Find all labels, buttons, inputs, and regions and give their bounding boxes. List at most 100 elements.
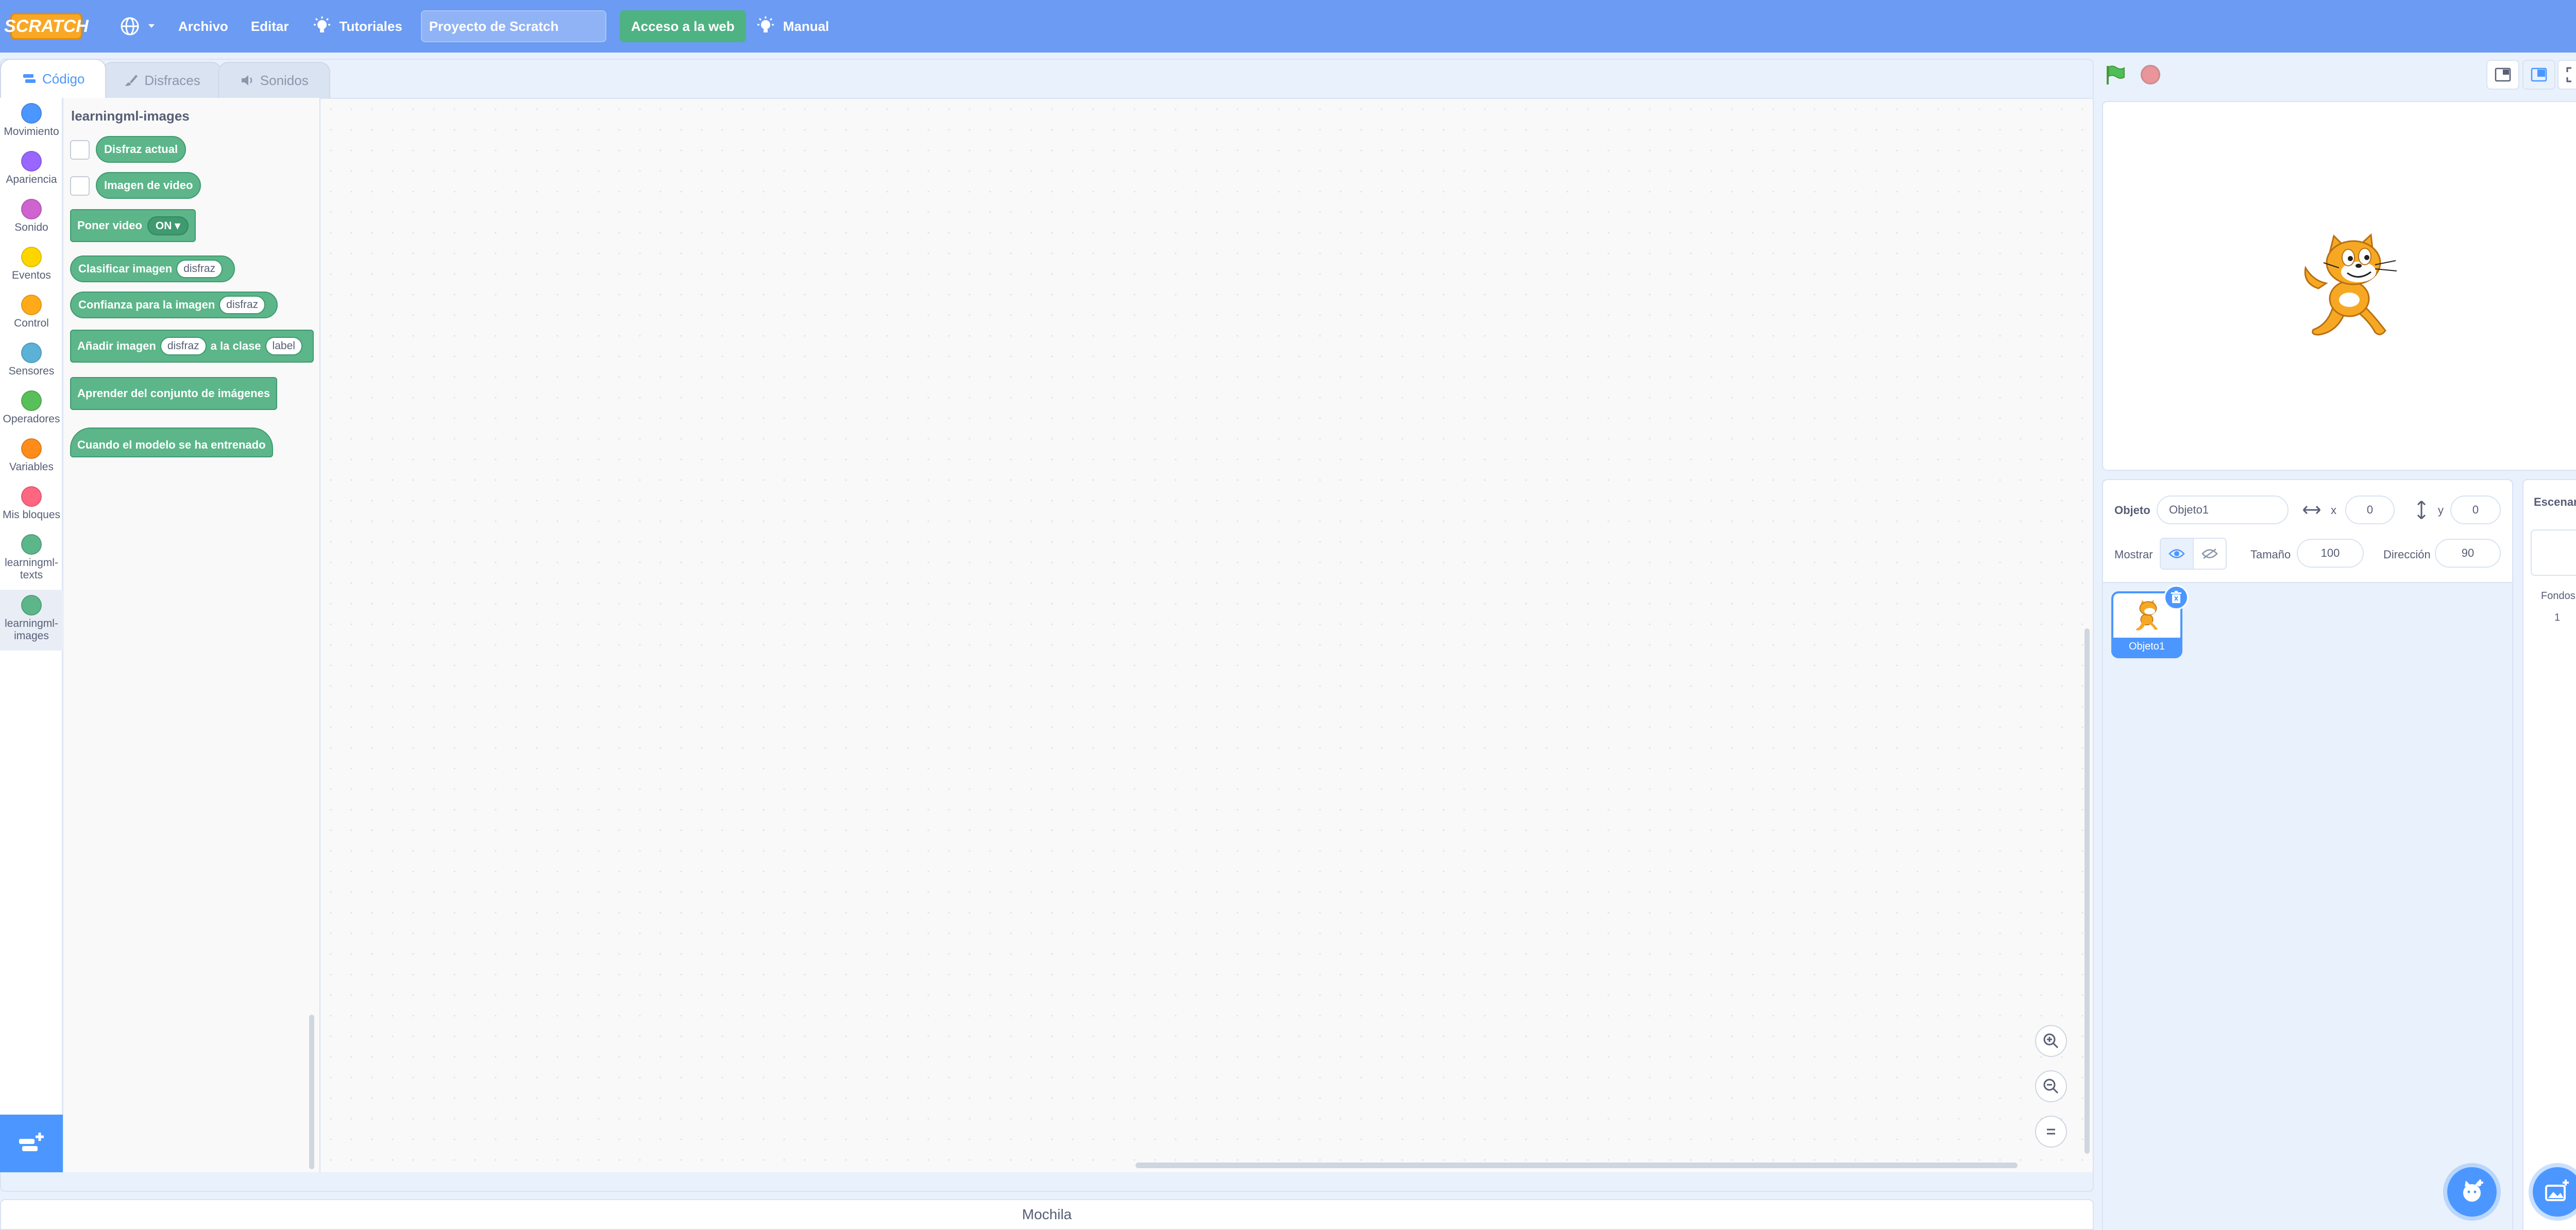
hide-sprite-button[interactable] <box>2193 538 2227 570</box>
direction-input[interactable]: 90 <box>2435 539 2501 568</box>
tab-sounds-label: Sonidos <box>260 72 309 88</box>
y-position-input[interactable]: 0 <box>2450 496 2501 524</box>
category-sensing[interactable]: Sensores <box>0 337 63 385</box>
backdrops-label: Fondos <box>2541 590 2575 602</box>
y-label: y <box>2438 504 2444 517</box>
fullscreen-button[interactable] <box>2557 60 2576 90</box>
block-text: Imagen de video <box>104 179 193 192</box>
block-video-image[interactable]: Imagen de video <box>96 172 201 199</box>
show-sprite-button[interactable] <box>2160 538 2194 570</box>
category-color-dot <box>21 199 42 219</box>
category-label: learningml-texts <box>5 557 58 581</box>
block-text: Cuando el modelo se ha entrenado <box>77 438 266 451</box>
block-classify-image[interactable]: Clasificar imagen disfraz <box>70 255 235 282</box>
workspace-horizontal-scrollbar[interactable] <box>1136 1163 2018 1168</box>
category-learningml-images[interactable]: learningml-images <box>0 590 63 651</box>
cat-sprite-icon <box>2136 600 2158 631</box>
stop-button[interactable] <box>2141 65 2160 84</box>
eye-hidden-icon <box>2201 549 2218 559</box>
category-events[interactable]: Eventos <box>0 242 63 289</box>
category-color-dot <box>21 534 42 555</box>
palette-scrollbar[interactable] <box>309 1015 314 1169</box>
block-learn[interactable]: Aprender del conjunto de imágenes <box>70 377 278 410</box>
costume-input[interactable]: disfraz <box>176 260 223 278</box>
small-stage-icon <box>2495 67 2511 82</box>
category-color-dot <box>21 486 42 507</box>
language-menu[interactable] <box>108 0 167 53</box>
globe-icon <box>121 17 139 36</box>
category-motion[interactable]: Movimiento <box>0 98 63 146</box>
script-workspace[interactable] <box>320 98 2093 1172</box>
category-sound[interactable]: Sonido <box>0 194 63 242</box>
current-costume-checkbox[interactable] <box>70 140 90 160</box>
manual-button[interactable]: Manual <box>753 0 841 53</box>
zoom-out-icon <box>2043 1079 2059 1094</box>
file-menu[interactable]: Archivo <box>167 0 240 53</box>
block-current-costume[interactable]: Disfraz actual <box>96 136 187 163</box>
category-learningml-texts[interactable]: learningml-texts <box>0 529 63 590</box>
size-input[interactable]: 100 <box>2297 539 2364 568</box>
category-my-blocks[interactable]: Mis bloques <box>0 481 63 529</box>
video-image-checkbox[interactable] <box>70 176 90 196</box>
costume-input[interactable]: disfraz <box>219 296 266 314</box>
speaker-icon <box>241 75 252 86</box>
block-text: Añadir imagen <box>77 339 156 352</box>
stage-thumbnail[interactable] <box>2531 529 2576 576</box>
tutorials-button[interactable]: Tutoriales <box>300 0 414 53</box>
sprite-name-label: Objeto <box>2114 504 2150 517</box>
small-stage-button[interactable] <box>2486 60 2519 90</box>
category-operators[interactable]: Operadores <box>0 385 63 433</box>
palette-category-title: learningml-images <box>71 108 190 124</box>
tab-sounds[interactable]: Sonidos <box>217 62 330 98</box>
costume-input[interactable]: disfraz <box>160 337 207 355</box>
normal-stage-button[interactable] <box>2522 60 2555 90</box>
edit-menu[interactable]: Editar <box>240 0 300 53</box>
cat-sprite-icon[interactable] <box>2298 232 2401 340</box>
add-sprite-button[interactable] <box>2447 1167 2497 1217</box>
block-confidence[interactable]: Confianza para la imagen disfraz <box>70 292 278 318</box>
backpack[interactable]: Mochila <box>0 1199 2094 1230</box>
tab-code[interactable]: Código <box>0 59 107 98</box>
delete-sprite-button[interactable] <box>2164 585 2189 610</box>
zoom-in-button[interactable] <box>2035 1025 2067 1057</box>
vertical-arrows-icon <box>2417 500 2426 520</box>
size-label: Tamaño <box>2250 548 2291 561</box>
sprite-name-input[interactable]: Objeto1 <box>2157 496 2289 524</box>
tab-costumes[interactable]: Disfraces <box>102 62 222 98</box>
code-icon <box>23 74 36 83</box>
label-input[interactable]: label <box>265 337 302 355</box>
category-control[interactable]: Control <box>0 289 63 337</box>
horizontal-arrows-icon <box>2302 505 2321 515</box>
green-flag-icon[interactable] <box>2104 64 2126 87</box>
scratch-logo[interactable]: SCRATCH <box>4 13 89 40</box>
category-label: Mis bloques <box>2 509 61 521</box>
category-label: Sensores <box>8 365 55 377</box>
zoom-reset-button[interactable] <box>2035 1116 2067 1148</box>
category-looks[interactable]: Apariencia <box>0 146 63 194</box>
zoom-out-button[interactable] <box>2035 1070 2067 1102</box>
add-backdrop-icon <box>2545 1180 2569 1201</box>
block-add-image[interactable]: Añadir imagen disfraz a la clase label <box>70 330 314 363</box>
backpack-label: Mochila <box>1022 1206 1072 1222</box>
backdrops-count: 1 <box>2554 612 2561 623</box>
category-variables[interactable]: Variables <box>0 433 63 481</box>
project-title-input[interactable]: Proyecto de Scratch <box>420 10 606 42</box>
stage-selector[interactable]: Escenario Fondos 1 <box>2522 479 2576 1230</box>
block-set-video[interactable]: Poner video ON ▾ <box>70 209 196 242</box>
category-label: Eventos <box>12 269 51 281</box>
category-color-dot <box>21 438 42 459</box>
block-text: Aprender del conjunto de imágenes <box>77 387 270 400</box>
x-position-input[interactable]: 0 <box>2345 496 2395 524</box>
video-state-dropdown[interactable]: ON ▾ <box>147 216 189 235</box>
trash-icon <box>2171 591 2181 603</box>
block-when-trained[interactable]: Cuando el modelo se ha entrenado <box>70 428 273 457</box>
direction-label: Dirección <box>2383 548 2431 561</box>
workspace-vertical-scrollbar[interactable] <box>2084 628 2090 1154</box>
block-text: Confianza para la imagen <box>78 298 215 311</box>
brush-icon <box>125 75 138 86</box>
add-extension-button[interactable] <box>0 1115 63 1172</box>
tab-costumes-label: Disfraces <box>144 72 200 88</box>
category-menu: Movimiento Apariencia Sonido Eventos Con… <box>0 98 63 1172</box>
share-button[interactable]: Acceso a la web <box>619 10 746 42</box>
block-text: a la clase <box>210 339 261 352</box>
